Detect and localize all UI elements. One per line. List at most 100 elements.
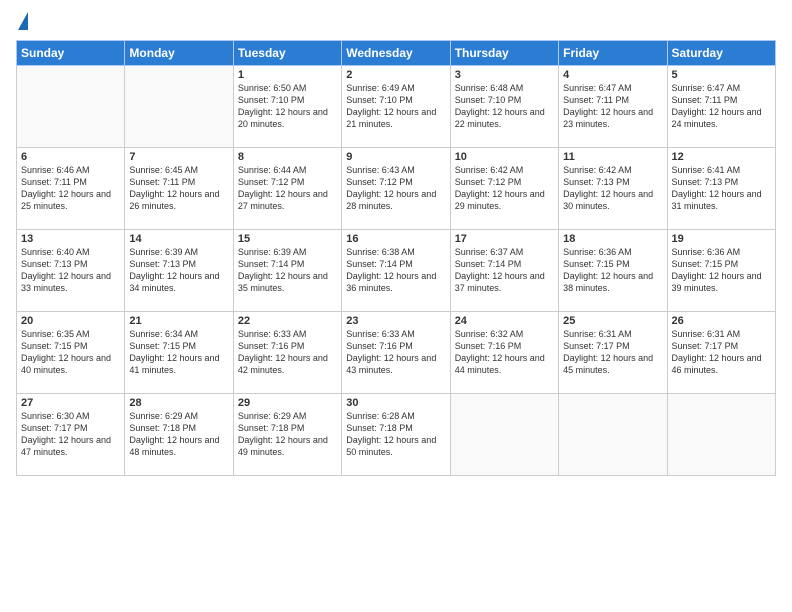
logo (16, 12, 28, 32)
calendar-table: SundayMondayTuesdayWednesdayThursdayFrid… (16, 40, 776, 476)
day-info: Sunrise: 6:31 AM Sunset: 7:17 PM Dayligh… (563, 328, 662, 377)
day-info: Sunrise: 6:42 AM Sunset: 7:12 PM Dayligh… (455, 164, 554, 213)
calendar-cell: 23Sunrise: 6:33 AM Sunset: 7:16 PM Dayli… (342, 312, 450, 394)
calendar-cell: 20Sunrise: 6:35 AM Sunset: 7:15 PM Dayli… (17, 312, 125, 394)
day-number: 15 (238, 233, 337, 245)
calendar-cell (17, 66, 125, 148)
calendar-cell: 21Sunrise: 6:34 AM Sunset: 7:15 PM Dayli… (125, 312, 233, 394)
weekday-header-tuesday: Tuesday (233, 41, 341, 66)
day-info: Sunrise: 6:46 AM Sunset: 7:11 PM Dayligh… (21, 164, 120, 213)
day-info: Sunrise: 6:29 AM Sunset: 7:18 PM Dayligh… (238, 410, 337, 459)
day-info: Sunrise: 6:36 AM Sunset: 7:15 PM Dayligh… (563, 246, 662, 295)
day-number: 27 (21, 397, 120, 409)
day-number: 24 (455, 315, 554, 327)
day-number: 5 (672, 69, 771, 81)
day-number: 29 (238, 397, 337, 409)
calendar-cell: 5Sunrise: 6:47 AM Sunset: 7:11 PM Daylig… (667, 66, 775, 148)
day-number: 19 (672, 233, 771, 245)
day-number: 14 (129, 233, 228, 245)
day-number: 7 (129, 151, 228, 163)
week-row-2: 13Sunrise: 6:40 AM Sunset: 7:13 PM Dayli… (17, 230, 776, 312)
day-info: Sunrise: 6:36 AM Sunset: 7:15 PM Dayligh… (672, 246, 771, 295)
day-number: 9 (346, 151, 445, 163)
weekday-header-thursday: Thursday (450, 41, 558, 66)
day-info: Sunrise: 6:42 AM Sunset: 7:13 PM Dayligh… (563, 164, 662, 213)
day-number: 21 (129, 315, 228, 327)
calendar-cell: 30Sunrise: 6:28 AM Sunset: 7:18 PM Dayli… (342, 394, 450, 476)
day-number: 2 (346, 69, 445, 81)
calendar-cell: 27Sunrise: 6:30 AM Sunset: 7:17 PM Dayli… (17, 394, 125, 476)
day-info: Sunrise: 6:48 AM Sunset: 7:10 PM Dayligh… (455, 82, 554, 131)
calendar-cell (125, 66, 233, 148)
calendar-cell: 19Sunrise: 6:36 AM Sunset: 7:15 PM Dayli… (667, 230, 775, 312)
day-number: 6 (21, 151, 120, 163)
calendar-cell: 24Sunrise: 6:32 AM Sunset: 7:16 PM Dayli… (450, 312, 558, 394)
day-number: 11 (563, 151, 662, 163)
calendar-cell: 1Sunrise: 6:50 AM Sunset: 7:10 PM Daylig… (233, 66, 341, 148)
day-info: Sunrise: 6:44 AM Sunset: 7:12 PM Dayligh… (238, 164, 337, 213)
weekday-header-saturday: Saturday (667, 41, 775, 66)
day-info: Sunrise: 6:40 AM Sunset: 7:13 PM Dayligh… (21, 246, 120, 295)
day-number: 4 (563, 69, 662, 81)
calendar-cell: 2Sunrise: 6:49 AM Sunset: 7:10 PM Daylig… (342, 66, 450, 148)
calendar-cell: 25Sunrise: 6:31 AM Sunset: 7:17 PM Dayli… (559, 312, 667, 394)
day-info: Sunrise: 6:31 AM Sunset: 7:17 PM Dayligh… (672, 328, 771, 377)
calendar-cell: 4Sunrise: 6:47 AM Sunset: 7:11 PM Daylig… (559, 66, 667, 148)
day-info: Sunrise: 6:38 AM Sunset: 7:14 PM Dayligh… (346, 246, 445, 295)
week-row-3: 20Sunrise: 6:35 AM Sunset: 7:15 PM Dayli… (17, 312, 776, 394)
calendar-cell: 7Sunrise: 6:45 AM Sunset: 7:11 PM Daylig… (125, 148, 233, 230)
day-number: 20 (21, 315, 120, 327)
week-row-0: 1Sunrise: 6:50 AM Sunset: 7:10 PM Daylig… (17, 66, 776, 148)
day-number: 13 (21, 233, 120, 245)
day-info: Sunrise: 6:45 AM Sunset: 7:11 PM Dayligh… (129, 164, 228, 213)
day-number: 17 (455, 233, 554, 245)
day-number: 28 (129, 397, 228, 409)
weekday-header-monday: Monday (125, 41, 233, 66)
calendar-cell: 8Sunrise: 6:44 AM Sunset: 7:12 PM Daylig… (233, 148, 341, 230)
day-info: Sunrise: 6:39 AM Sunset: 7:14 PM Dayligh… (238, 246, 337, 295)
calendar-cell: 13Sunrise: 6:40 AM Sunset: 7:13 PM Dayli… (17, 230, 125, 312)
day-number: 25 (563, 315, 662, 327)
day-info: Sunrise: 6:50 AM Sunset: 7:10 PM Dayligh… (238, 82, 337, 131)
day-info: Sunrise: 6:47 AM Sunset: 7:11 PM Dayligh… (563, 82, 662, 131)
day-info: Sunrise: 6:41 AM Sunset: 7:13 PM Dayligh… (672, 164, 771, 213)
day-info: Sunrise: 6:39 AM Sunset: 7:13 PM Dayligh… (129, 246, 228, 295)
calendar-cell: 22Sunrise: 6:33 AM Sunset: 7:16 PM Dayli… (233, 312, 341, 394)
day-number: 8 (238, 151, 337, 163)
day-number: 10 (455, 151, 554, 163)
header (16, 12, 776, 32)
calendar-cell: 11Sunrise: 6:42 AM Sunset: 7:13 PM Dayli… (559, 148, 667, 230)
day-number: 30 (346, 397, 445, 409)
day-info: Sunrise: 6:34 AM Sunset: 7:15 PM Dayligh… (129, 328, 228, 377)
day-info: Sunrise: 6:35 AM Sunset: 7:15 PM Dayligh… (21, 328, 120, 377)
day-number: 18 (563, 233, 662, 245)
week-row-4: 27Sunrise: 6:30 AM Sunset: 7:17 PM Dayli… (17, 394, 776, 476)
day-number: 23 (346, 315, 445, 327)
calendar-cell: 17Sunrise: 6:37 AM Sunset: 7:14 PM Dayli… (450, 230, 558, 312)
week-row-1: 6Sunrise: 6:46 AM Sunset: 7:11 PM Daylig… (17, 148, 776, 230)
day-info: Sunrise: 6:33 AM Sunset: 7:16 PM Dayligh… (238, 328, 337, 377)
day-info: Sunrise: 6:49 AM Sunset: 7:10 PM Dayligh… (346, 82, 445, 131)
day-info: Sunrise: 6:32 AM Sunset: 7:16 PM Dayligh… (455, 328, 554, 377)
page: SundayMondayTuesdayWednesdayThursdayFrid… (0, 0, 792, 612)
calendar-cell: 16Sunrise: 6:38 AM Sunset: 7:14 PM Dayli… (342, 230, 450, 312)
calendar-cell: 14Sunrise: 6:39 AM Sunset: 7:13 PM Dayli… (125, 230, 233, 312)
day-info: Sunrise: 6:29 AM Sunset: 7:18 PM Dayligh… (129, 410, 228, 459)
day-info: Sunrise: 6:47 AM Sunset: 7:11 PM Dayligh… (672, 82, 771, 131)
calendar-cell: 28Sunrise: 6:29 AM Sunset: 7:18 PM Dayli… (125, 394, 233, 476)
calendar-cell: 6Sunrise: 6:46 AM Sunset: 7:11 PM Daylig… (17, 148, 125, 230)
calendar-cell (450, 394, 558, 476)
calendar-cell (667, 394, 775, 476)
calendar-cell (559, 394, 667, 476)
calendar-cell: 3Sunrise: 6:48 AM Sunset: 7:10 PM Daylig… (450, 66, 558, 148)
day-info: Sunrise: 6:33 AM Sunset: 7:16 PM Dayligh… (346, 328, 445, 377)
weekday-header-row: SundayMondayTuesdayWednesdayThursdayFrid… (17, 41, 776, 66)
logo-triangle-icon (18, 12, 28, 30)
weekday-header-friday: Friday (559, 41, 667, 66)
day-number: 26 (672, 315, 771, 327)
day-info: Sunrise: 6:37 AM Sunset: 7:14 PM Dayligh… (455, 246, 554, 295)
day-info: Sunrise: 6:43 AM Sunset: 7:12 PM Dayligh… (346, 164, 445, 213)
calendar-cell: 15Sunrise: 6:39 AM Sunset: 7:14 PM Dayli… (233, 230, 341, 312)
day-number: 12 (672, 151, 771, 163)
day-number: 16 (346, 233, 445, 245)
